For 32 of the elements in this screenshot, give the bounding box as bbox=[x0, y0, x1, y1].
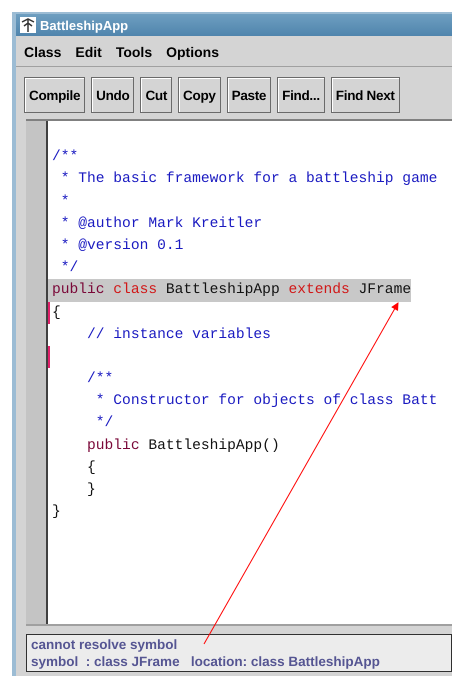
code-line: // instance variables bbox=[86, 326, 271, 343]
menu-item[interactable]: Tools bbox=[116, 44, 152, 60]
menu-item[interactable]: Options bbox=[166, 44, 219, 60]
app-icon bbox=[20, 17, 36, 33]
toolbar-button[interactable]: Find... bbox=[277, 77, 325, 113]
error-message: cannot resolve symbol bbox=[31, 637, 178, 652]
menu-item[interactable]: Edit bbox=[75, 44, 102, 60]
code-line: public BattleshipApp() bbox=[86, 438, 280, 454]
code-line: */ bbox=[60, 260, 78, 276]
toolbar-button[interactable]: Copy bbox=[178, 77, 221, 113]
toolbar-button[interactable]: Cut bbox=[140, 77, 172, 113]
error-detail: symbol : class JFrame location: class BattleshipApp bbox=[31, 654, 381, 669]
code-line: } bbox=[52, 504, 61, 520]
window-title: BattleshipApp bbox=[40, 18, 128, 32]
code-line: */ bbox=[94, 415, 114, 432]
code-line: * @author Mark Kreitler bbox=[60, 216, 262, 232]
code-line: * @version 0.1 bbox=[60, 238, 184, 254]
code-editor[interactable] bbox=[26, 119, 452, 626]
code-line: * The basic framework for a battleship game bbox=[60, 171, 438, 188]
toolbar-button[interactable]: Paste bbox=[226, 77, 272, 113]
menu-item[interactable]: Class bbox=[24, 44, 62, 60]
code-line: } bbox=[86, 482, 96, 498]
toolbar-button[interactable]: Compile bbox=[24, 77, 86, 113]
code-line: * Constructor for objects of class Batt bbox=[94, 393, 438, 410]
code-line: /** bbox=[86, 371, 114, 388]
code-line: /** bbox=[52, 149, 78, 166]
code-line: { bbox=[52, 304, 61, 320]
toolbar-button[interactable]: Undo bbox=[91, 77, 134, 113]
code-line: public class BattleshipApp extends JFrame bbox=[52, 282, 412, 298]
code-line: * bbox=[60, 194, 70, 210]
code-line: { bbox=[86, 460, 96, 476]
toolbar-button[interactable]: Find Next bbox=[330, 77, 400, 113]
